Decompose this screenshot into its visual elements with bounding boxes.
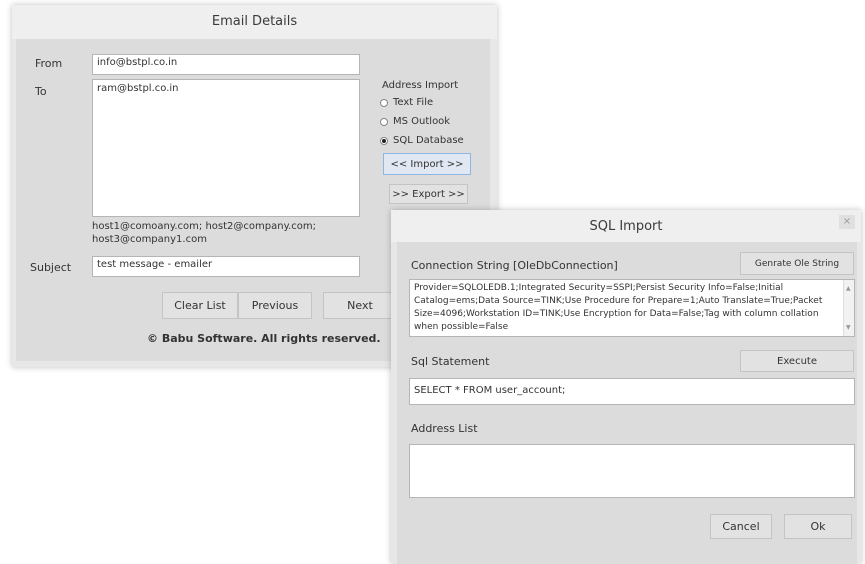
connection-string-text: Provider=SQLOLEDB.1;Integrated Security=… [414, 283, 823, 332]
to-field[interactable]: ram@bstpl.co.in [92, 79, 360, 217]
vertical-scrollbar[interactable]: ▲ ▼ [843, 280, 854, 336]
scroll-up-icon[interactable]: ▲ [846, 282, 851, 295]
next-button[interactable]: Next [323, 292, 397, 319]
subject-label: Subject [30, 261, 72, 274]
radio-sql-database[interactable]: SQL Database [380, 135, 464, 146]
sql-import-title: SQL Import [391, 210, 861, 242]
copyright-text: © Babu Software. All rights reserved. [147, 332, 381, 345]
execute-button[interactable]: Execute [740, 350, 854, 372]
import-button[interactable]: << Import >> [383, 153, 471, 175]
radio-label: SQL Database [393, 135, 464, 146]
radio-ms-outlook[interactable]: MS Outlook [380, 116, 450, 127]
address-list-box[interactable] [409, 444, 855, 498]
from-label: From [35, 57, 63, 70]
scroll-down-icon[interactable]: ▼ [846, 321, 851, 334]
radio-button-selected[interactable] [380, 136, 388, 145]
close-icon[interactable]: × [839, 215, 855, 229]
export-button[interactable]: >> Export >> [389, 184, 468, 204]
email-details-title: Email Details [12, 5, 497, 39]
previous-button[interactable]: Previous [238, 292, 312, 319]
radio-button[interactable] [380, 98, 388, 107]
subject-field[interactable]: test message - emailer [92, 256, 360, 277]
connection-string-field[interactable]: Provider=SQLOLEDB.1;Integrated Security=… [409, 279, 855, 337]
address-import-label: Address Import [382, 80, 459, 91]
cancel-button[interactable]: Cancel [710, 514, 772, 539]
clear-list-button[interactable]: Clear List [162, 292, 238, 319]
sql-statement-field[interactable]: SELECT * FROM user_account; [409, 378, 855, 405]
sql-statement-label: Sql Statement [411, 355, 490, 368]
to-label: To [35, 85, 47, 98]
radio-label: Text File [393, 97, 434, 108]
radio-label: MS Outlook [393, 116, 451, 127]
from-field[interactable]: info@bstpl.co.in [92, 54, 360, 75]
address-list-label: Address List [411, 422, 478, 435]
radio-button[interactable] [380, 117, 388, 126]
to-hint-line2: host3@company1.com [92, 234, 207, 245]
radio-text-file[interactable]: Text File [380, 97, 433, 108]
generate-ole-string-button[interactable]: Genrate Ole String [740, 252, 854, 275]
to-hint-line1: host1@comoany.com; host2@company.com; [92, 221, 316, 232]
connection-string-label: Connection String [OleDbConnection] [411, 259, 618, 272]
ok-button[interactable]: Ok [784, 514, 852, 539]
sql-import-window: SQL Import × Connection String [OleDbCon… [391, 210, 861, 564]
